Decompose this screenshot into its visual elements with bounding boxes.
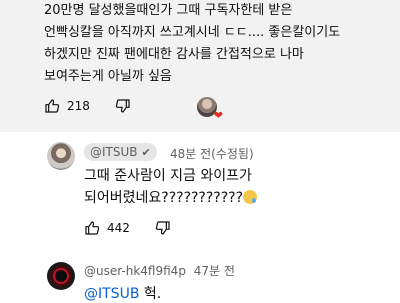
thumb-down-icon[interactable] [155, 220, 171, 236]
creator-heart-badge: ❤ [197, 97, 223, 122]
reply-line: 그때 준사람이 지금 와이프가 [84, 168, 252, 184]
parent-comment-text: 20만명 달성했을때인가 그때 구독자한테 받은 언빡싱칼을 아직까지 쓰고계시… [44, 0, 388, 88]
verified-check-icon: ✔ [141, 145, 151, 159]
reply-text: 그때 준사람이 지금 와이프가 되어버렸네요??????????? [84, 165, 258, 209]
reply-timestamp: 48분 전(수정됨) [170, 147, 254, 161]
channel-name: @ITSUB [90, 145, 138, 159]
heart-icon: ❤ [213, 109, 223, 122]
like-count: 442 [107, 221, 130, 235]
parent-comment: 20만명 달성했을때인가 그때 구독자한테 받은 언빡싱칼을 아직까지 쓰고계시… [0, 0, 400, 132]
thumb-up-icon[interactable] [44, 98, 60, 114]
sad-emoji-icon [243, 190, 258, 204]
reply-text: @ITSUB 헉. [84, 283, 161, 303]
parent-comment-line: 보여주는게 아닐까 싶음 [44, 69, 172, 84]
reply-line: 되어버렸네요??????????? [84, 190, 244, 206]
avatar[interactable] [47, 262, 75, 290]
channel-owner-chip[interactable]: @ITSUB ✔ [84, 143, 157, 161]
reply-timestamp: 47분 전 [193, 264, 235, 278]
reply-actions: 442 [84, 220, 171, 236]
parent-comment-line: 하겠지만 진짜 팬에대한 감사를 간접적으로 나마 [44, 47, 304, 62]
user-handle[interactable]: @user-hk4fl9fi4p [84, 264, 186, 278]
like-count: 218 [67, 99, 90, 113]
parent-comment-actions: 218 [44, 98, 131, 114]
reply-author: @user-hk4fl9fi4p 47분 전 [84, 262, 235, 279]
thumb-down-icon[interactable] [115, 98, 131, 114]
thumb-up-icon[interactable] [84, 220, 100, 236]
parent-comment-line: 언빡싱칼을 아직까지 쓰고계시네 ㄷㄷ.... 좋은칼이기도 [44, 25, 341, 40]
avatar[interactable] [47, 142, 75, 170]
parent-comment-line: 20만명 달성했을때인가 그때 구독자한테 받은 [44, 3, 293, 18]
